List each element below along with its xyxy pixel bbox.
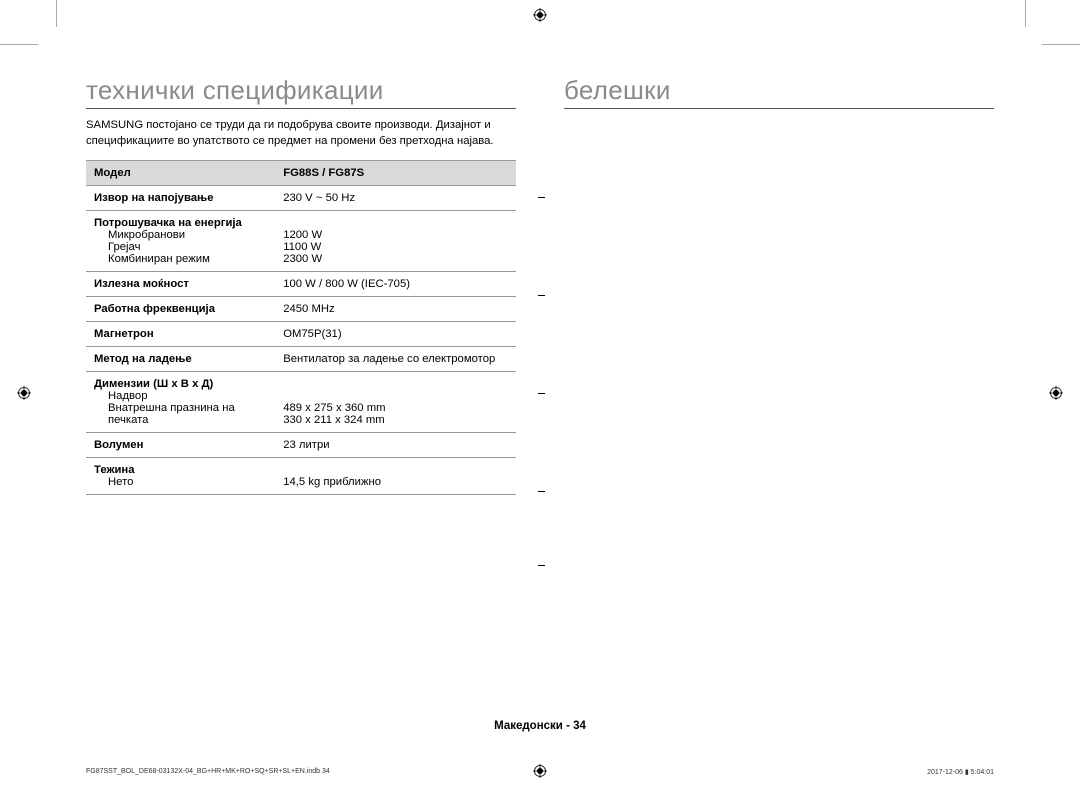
table-row: Излезна моќност 100 W / 800 W (IEC-705) (86, 271, 516, 296)
table-row: Волумен 23 литри (86, 432, 516, 457)
specifications-table: Модел FG88S / FG87S Извор на напојување … (86, 160, 516, 495)
content-area: технички спецификации SAMSUNG постојано … (86, 75, 994, 495)
spec-label: Работна фреквенција (86, 296, 275, 321)
registration-mark-icon (1049, 386, 1063, 400)
crop-mark (1025, 0, 1026, 27)
intro-paragraph: SAMSUNG постојано се труди да ги подобру… (86, 117, 516, 150)
spec-sublabel: Грејач (94, 241, 267, 253)
spec-value-group: 14,5 kg приближно (275, 457, 516, 494)
table-header-row: Модел FG88S / FG87S (86, 160, 516, 185)
header-value: FG88S / FG87S (275, 160, 516, 185)
section-heading-specs: технички спецификации (86, 75, 516, 109)
table-row: Димензии (Ш x В x Д) Надвор Внатрешна пр… (86, 371, 516, 432)
spec-label-group: Димензии (Ш x В x Д) Надвор Внатрешна пр… (86, 371, 275, 432)
spec-sublabel: Нето (94, 476, 267, 488)
document-page: технички спецификации SAMSUNG постојано … (0, 0, 1080, 792)
spec-label: Извор на напојување (86, 185, 275, 210)
spec-value: 1100 W (283, 241, 508, 253)
table-row: Магнетрон OM75P(31) (86, 321, 516, 346)
spec-label: Потрошувачка на енергија (94, 217, 242, 229)
spec-label: Метод на ладење (86, 346, 275, 371)
page-number: Македонски - 34 (0, 720, 1080, 732)
crop-mark (56, 0, 57, 27)
left-column: технички спецификации SAMSUNG постојано … (86, 75, 540, 495)
footer-timestamp: 2017-12-06 ▮ 5:04:01 (927, 768, 994, 776)
footer-filename: FG87SST_BOL_DE68-03132X-04_BG+HR+MK+RO+S… (86, 768, 330, 775)
spec-value: Вентилатор за ладење со електромотор (275, 346, 516, 371)
crop-mark (0, 44, 38, 45)
spec-value: 2300 W (283, 253, 508, 265)
spec-label: Магнетрон (86, 321, 275, 346)
table-row: Потрошувачка на енергија Микробранови Гр… (86, 210, 516, 271)
spec-value: 489 x 275 x 360 mm (283, 402, 508, 414)
spec-label: Тежина (94, 464, 135, 476)
registration-mark-icon (17, 386, 31, 400)
spec-value: 1200 W (283, 229, 508, 241)
spec-label-group: Тежина Нето (86, 457, 275, 494)
table-row: Работна фреквенција 2450 MHz (86, 296, 516, 321)
spec-value: 330 x 211 x 324 mm (283, 414, 508, 426)
spec-value: 2450 MHz (275, 296, 516, 321)
table-row: Тежина Нето 14,5 kg приближно (86, 457, 516, 494)
spec-value: OM75P(31) (275, 321, 516, 346)
spec-label-group: Потрошувачка на енергија Микробранови Гр… (86, 210, 275, 271)
table-row: Метод на ладење Вентилатор за ладење со … (86, 346, 516, 371)
spec-value: 100 W / 800 W (IEC-705) (275, 271, 516, 296)
section-heading-notes: белешки (564, 75, 994, 109)
spec-sublabel: Надвор (94, 390, 267, 402)
crop-mark (1042, 44, 1080, 45)
spec-sublabel: Микробранови (94, 229, 267, 241)
registration-mark-icon (533, 764, 547, 778)
spec-value-group: 1200 W 1100 W 2300 W (275, 210, 516, 271)
table-row: Извор на напојување 230 V ~ 50 Hz (86, 185, 516, 210)
spec-label: Излезна моќност (86, 271, 275, 296)
registration-mark-icon (533, 8, 547, 22)
spec-value-group: 489 x 275 x 360 mm 330 x 211 x 324 mm (275, 371, 516, 432)
spec-value: 230 V ~ 50 Hz (275, 185, 516, 210)
header-model: Модел (86, 160, 275, 185)
spec-sublabel: Внатрешна празнина на печката (94, 402, 267, 426)
spec-value: 23 литри (275, 432, 516, 457)
spec-sublabel: Комбиниран режим (94, 253, 267, 265)
spec-value: 14,5 kg приближно (283, 476, 508, 488)
right-column: белешки (540, 75, 994, 495)
spec-label: Димензии (Ш x В x Д) (94, 378, 213, 390)
spec-label: Волумен (86, 432, 275, 457)
